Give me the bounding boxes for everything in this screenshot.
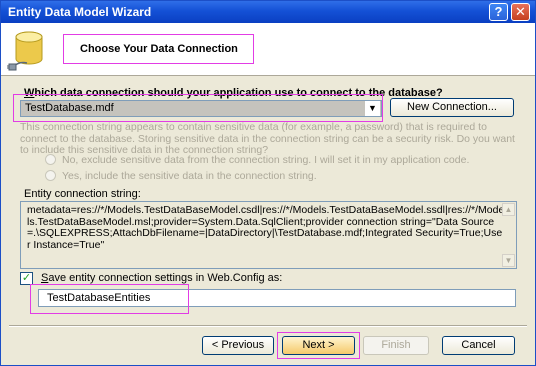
close-button[interactable]: ✕: [511, 3, 530, 21]
sensitive-data-description: This connection string appears to contai…: [20, 121, 515, 156]
cancel-label: Cancel: [461, 339, 496, 351]
save-settings-text: ave entity connection settings in Web.Co…: [48, 272, 283, 284]
new-connection-label: New Connection...: [407, 101, 497, 113]
previous-button[interactable]: < Previous: [202, 336, 274, 355]
finish-button[interactable]: Finish: [363, 336, 429, 355]
entity-connection-label: Entity connection string:: [24, 188, 141, 200]
wizard-header: Choose Your Data Connection: [1, 23, 535, 76]
page-title: Choose Your Data Connection: [63, 34, 254, 64]
database-plug-icon: [7, 31, 43, 71]
wizard-window: Entity Data Model Wizard ? ✕ Choose Your…: [0, 0, 536, 366]
highlight-next: [277, 332, 360, 359]
scroll-up-icon[interactable]: ▲: [502, 203, 515, 216]
entity-connection-string[interactable]: metadata=res://*/Models.TestDataBaseMode…: [20, 201, 517, 269]
highlight-entities: [30, 284, 189, 314]
finish-label: Finish: [381, 339, 411, 351]
exclude-sensitive-label: No, exclude sensitive data from the conn…: [62, 154, 470, 166]
include-sensitive-label: Yes, include the sensitive data in the c…: [62, 170, 317, 182]
new-connection-button[interactable]: New Connection...: [390, 98, 514, 117]
footer-divider: [9, 325, 527, 327]
exclude-sensitive-radio[interactable]: [45, 154, 56, 165]
scroll-down-icon[interactable]: ▼: [502, 254, 515, 267]
window-title: Entity Data Model Wizard: [8, 5, 152, 19]
title-bar[interactable]: Entity Data Model Wizard ? ✕: [1, 1, 535, 23]
entity-connection-value: metadata=res://*/Models.TestDataBaseMode…: [27, 204, 505, 251]
highlight-connection: [13, 94, 383, 122]
save-settings-label: Save entity connection settings in Web.C…: [41, 272, 282, 284]
previous-label: < Previous: [211, 339, 265, 351]
help-button[interactable]: ?: [489, 3, 508, 21]
include-sensitive-radio[interactable]: [45, 170, 56, 181]
cancel-button[interactable]: Cancel: [442, 336, 515, 355]
